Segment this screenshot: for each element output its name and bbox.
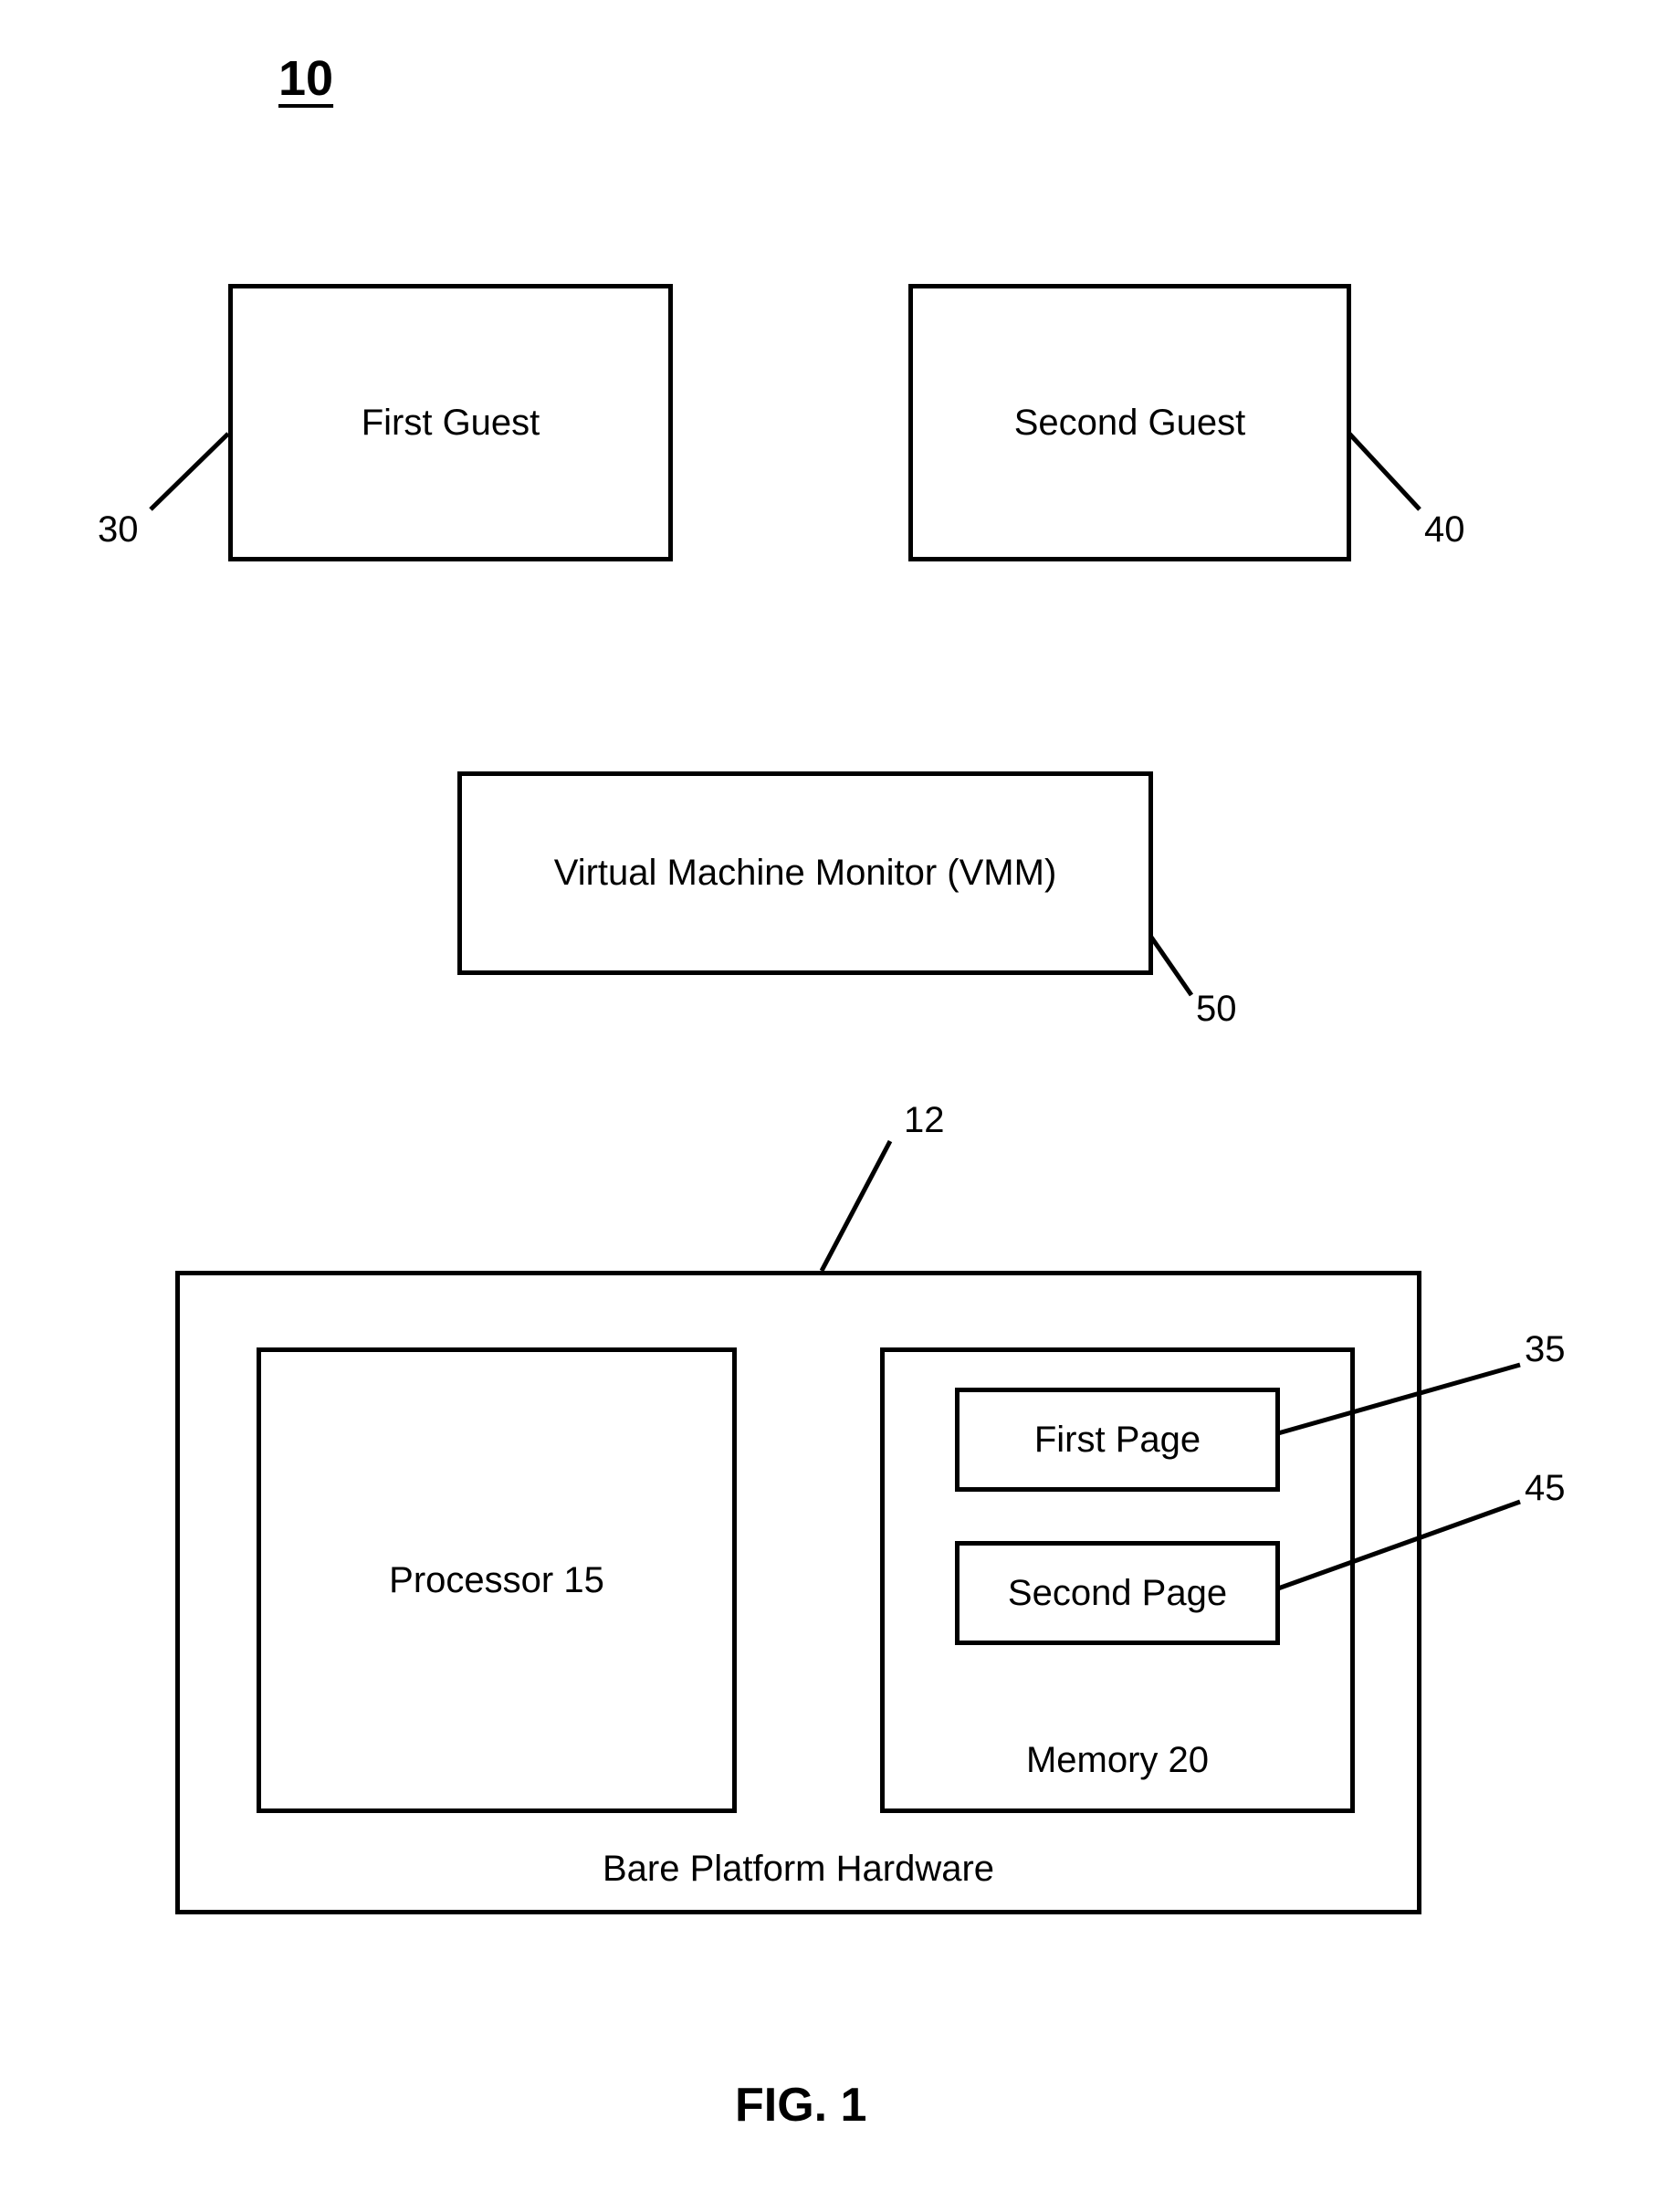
ref-50: 50 xyxy=(1196,989,1237,1030)
first-page-label: First Page xyxy=(1034,1420,1201,1461)
processor-label: Processor 15 xyxy=(389,1560,604,1601)
second-page-box: Second Page xyxy=(955,1541,1280,1645)
second-page-label: Second Page xyxy=(1008,1573,1227,1614)
memory-label: Memory 20 xyxy=(1026,1740,1209,1781)
figure-number: 10 xyxy=(278,50,333,107)
processor-box: Processor 15 xyxy=(257,1347,737,1813)
vmm-label: Virtual Machine Monitor (VMM) xyxy=(554,853,1057,894)
bare-platform-label: Bare Platform Hardware xyxy=(603,1849,994,1890)
figure-caption: FIG. 1 xyxy=(735,2078,866,2133)
ref-45: 45 xyxy=(1525,1468,1566,1509)
ref-35: 35 xyxy=(1525,1329,1566,1370)
second-guest-box: Second Guest xyxy=(908,284,1351,561)
ref-40: 40 xyxy=(1424,509,1465,550)
ref-12: 12 xyxy=(904,1100,945,1141)
ref-30: 30 xyxy=(98,509,139,550)
second-guest-label: Second Guest xyxy=(1014,403,1246,444)
first-guest-label: First Guest xyxy=(362,403,540,444)
first-page-box: First Page xyxy=(955,1388,1280,1492)
diagram-canvas: 10 First Guest Second Guest Virtual Mach… xyxy=(0,0,1678,2212)
vmm-box: Virtual Machine Monitor (VMM) xyxy=(457,771,1153,975)
first-guest-box: First Guest xyxy=(228,284,673,561)
